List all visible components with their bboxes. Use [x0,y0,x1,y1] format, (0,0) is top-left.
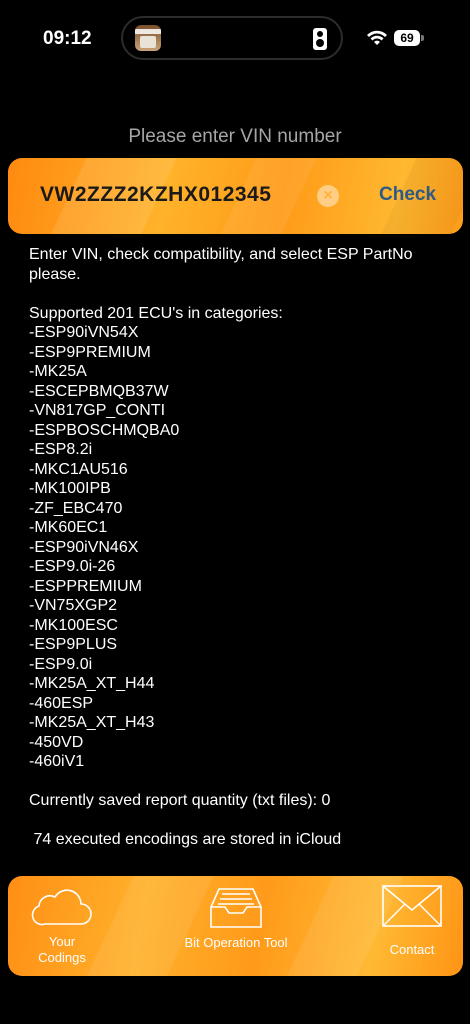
ecu-category-item: -MK100ESC [29,616,118,634]
ecu-category-item: -MK60EC1 [29,519,108,536]
tab-bit-operation-tool[interactable]: Bit Operation Tool [174,876,298,976]
status-time: 09:12 [43,28,92,49]
cloud-icon [31,889,92,926]
bottom-tab-bar: Your Codings Bit Operation Tool Contact [8,876,463,976]
tab-contact[interactable]: Contact [374,876,450,976]
ecu-category-item: -MK25A [29,363,87,380]
vin-prompt-label: Please enter VIN number [128,126,342,147]
clear-icon[interactable]: × [317,185,339,207]
ecu-category-item: -ESP9.0i-26 [29,558,116,575]
ecu-category-item: -ESP90iVN46X [29,538,139,556]
intro-text: Enter VIN, check compatibility, and sele… [29,246,413,283]
check-button[interactable]: Check [379,184,436,206]
ecu-category-item: -MK100IPB [29,480,111,497]
vin-input[interactable]: VW2ZZZ2KZHX012345 [40,183,271,207]
ecu-category-item: -ZF_EBC470 [29,499,123,517]
icloud-status: 74 executed encodings are stored in iClo… [29,831,342,848]
inbox-tray-icon [210,888,262,928]
ecu-category-item: -ESP8.2i [29,441,93,458]
ecu-category-item: -450VD [29,733,84,751]
tab-label-contact: Contact [389,942,435,957]
ecu-category-item: -ESCEPBMQB37W [29,382,169,400]
ecu-category-item: -460ESP [29,694,94,712]
ecu-category-item: -ESP9PLUS [29,636,118,653]
wifi-icon [367,30,387,45]
tab-label-bit-tool: Bit Operation Tool [184,935,288,950]
ecu-category-item: -460iV1 [29,753,85,770]
tab-label-codings: Your Codings [38,934,86,965]
speaker-icon [313,28,327,50]
info-panel: Enter VIN, check compatibility, and sele… [29,245,449,850]
app-thumbnail-icon[interactable] [135,25,161,51]
dynamic-island[interactable] [121,16,343,60]
status-bar: 09:12 69 [0,0,470,76]
tab-your-codings[interactable]: Your Codings [22,876,102,976]
saved-report-count: Currently saved report quantity (txt fil… [29,792,331,809]
ecu-category-item: -ESPPREMIUM [29,577,142,595]
ecu-category-item: -VN75XGP2 [29,597,118,614]
ecu-category-list: -ESP90iVN54X -ESP9PREMIUM -MK25A -ESCEPBMQB… [29,323,449,772]
ecu-category-item: -ESPBOSCHMQBA0 [29,421,180,439]
ecu-category-item: -ESP9.0i [29,655,93,673]
ecu-category-item: -MKC1AU516 [29,460,128,478]
ecu-category-item: -MK25A_XT_H44 [29,675,155,692]
ecu-category-item: -ESP9PREMIUM [29,343,151,361]
ecu-category-item: -ESP90iVN54X [29,324,139,341]
supported-title: Supported 201 ECU's in categories: [29,304,283,322]
envelope-icon [382,885,442,927]
ecu-category-item: -VN817GP_CONTI [29,402,166,419]
battery-icon: 69 [394,30,424,46]
vin-input-bar: VW2ZZZ2KZHX012345 × Check [8,158,463,234]
ecu-category-item: -MK25A_XT_H43 [29,714,155,731]
